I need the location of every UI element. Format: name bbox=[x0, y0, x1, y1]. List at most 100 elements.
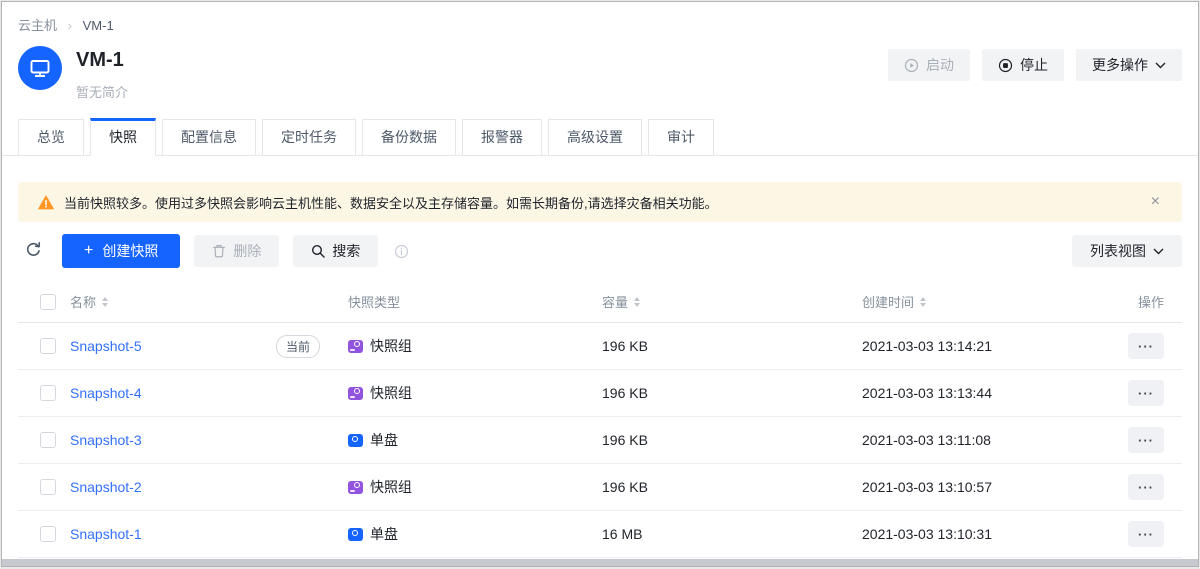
start-vm-label: 启动 bbox=[926, 55, 954, 75]
tab-scheduled-tasks[interactable]: 定时任务 bbox=[262, 119, 356, 156]
row-checkbox[interactable] bbox=[40, 432, 56, 448]
tab-advanced-settings[interactable]: 高级设置 bbox=[548, 119, 642, 156]
breadcrumb: 云主机 › VM-1 bbox=[2, 2, 1198, 34]
info-icon[interactable] bbox=[394, 244, 409, 259]
table-row: Snapshot-4 快照组 196 KB 2021-03-03 13:13:4… bbox=[18, 370, 1182, 417]
create-snapshot-button[interactable]: + 创建快照 bbox=[62, 234, 180, 268]
column-name[interactable]: 名称 bbox=[70, 292, 108, 311]
sort-icon[interactable] bbox=[102, 297, 108, 307]
column-actions: 操作 bbox=[1118, 292, 1182, 311]
snapshot-name-link[interactable]: Snapshot-2 bbox=[70, 479, 142, 495]
breadcrumb-root-link[interactable]: 云主机 bbox=[18, 18, 57, 33]
tab-configuration[interactable]: 配置信息 bbox=[162, 119, 256, 156]
row-checkbox[interactable] bbox=[40, 385, 56, 401]
plus-icon: + bbox=[84, 243, 93, 259]
snapshot-type-label: 单盘 bbox=[370, 524, 398, 544]
stop-vm-label: 停止 bbox=[1020, 55, 1048, 75]
stop-vm-button[interactable]: 停止 bbox=[982, 49, 1064, 81]
row-actions-button[interactable]: ··· bbox=[1128, 427, 1164, 453]
snapshot-toolbar: + 创建快照 删除 bbox=[18, 234, 1182, 268]
stop-circle-icon bbox=[998, 58, 1013, 73]
row-actions-button[interactable]: ··· bbox=[1128, 380, 1164, 406]
play-circle-icon bbox=[904, 58, 919, 73]
alert-close-button[interactable]: × bbox=[1145, 192, 1166, 212]
page-subtitle: 暂无简介 bbox=[76, 82, 128, 101]
capacity-value: 196 KB bbox=[602, 385, 862, 401]
chevron-down-icon bbox=[1153, 248, 1164, 255]
search-button[interactable]: 搜索 bbox=[293, 235, 378, 267]
warning-message: 当前快照较多。使用过多快照会影响云主机性能、数据安全以及主存储容量。如需长期备份… bbox=[64, 193, 1135, 212]
column-capacity[interactable]: 容量 bbox=[602, 292, 640, 311]
tab-bar: 总览 快照 配置信息 定时任务 备份数据 报警器 高级设置 审计 bbox=[2, 118, 1198, 156]
tab-overview[interactable]: 总览 bbox=[18, 119, 84, 156]
camera-group-icon bbox=[348, 481, 363, 494]
capacity-value: 196 KB bbox=[602, 338, 862, 354]
snapshot-type-label: 快照组 bbox=[370, 477, 412, 497]
view-mode-label: 列表视图 bbox=[1090, 241, 1146, 261]
sort-icon[interactable] bbox=[634, 297, 640, 307]
create-snapshot-label: 创建快照 bbox=[102, 241, 158, 261]
close-icon: × bbox=[1151, 193, 1160, 210]
snapshot-type-label: 快照组 bbox=[370, 336, 412, 356]
created-time-value: 2021-03-03 13:13:44 bbox=[862, 385, 1118, 401]
breadcrumb-current: VM-1 bbox=[83, 18, 114, 33]
camera-single-icon bbox=[348, 434, 363, 447]
table-row: Snapshot-5 当前 快照组 196 KB 2021-03-03 13:1… bbox=[18, 323, 1182, 370]
delete-snapshot-label: 删除 bbox=[233, 241, 261, 261]
row-checkbox[interactable] bbox=[40, 526, 56, 542]
table-row: Snapshot-1 单盘 16 MB 2021-03-03 13:10:31 … bbox=[18, 511, 1182, 558]
camera-group-icon bbox=[348, 387, 363, 400]
tab-alarms[interactable]: 报警器 bbox=[462, 119, 542, 156]
start-vm-button[interactable]: 启动 bbox=[888, 49, 970, 81]
snapshot-table: 名称 快照类型 容量 创建时间 操作 bbox=[18, 281, 1182, 558]
delete-snapshot-button[interactable]: 删除 bbox=[194, 235, 279, 267]
snapshot-name-link[interactable]: Snapshot-4 bbox=[70, 385, 142, 401]
vm-monitor-icon bbox=[18, 46, 62, 90]
row-checkbox[interactable] bbox=[40, 479, 56, 495]
created-time-value: 2021-03-03 13:10:57 bbox=[862, 479, 1118, 495]
capacity-value: 16 MB bbox=[602, 526, 862, 542]
snapshot-name-link[interactable]: Snapshot-3 bbox=[70, 432, 142, 448]
row-actions-button[interactable]: ··· bbox=[1128, 521, 1164, 547]
view-mode-dropdown[interactable]: 列表视图 bbox=[1072, 235, 1182, 267]
sort-icon[interactable] bbox=[920, 297, 926, 307]
camera-single-icon bbox=[348, 528, 363, 541]
tab-snapshots[interactable]: 快照 bbox=[90, 118, 156, 156]
trash-icon bbox=[212, 244, 226, 258]
page-header: VM-1 暂无简介 启动 bbox=[2, 34, 1198, 101]
table-header-row: 名称 快照类型 容量 创建时间 操作 bbox=[18, 281, 1182, 323]
current-badge: 当前 bbox=[276, 335, 320, 358]
snapshot-name-link[interactable]: Snapshot-5 bbox=[70, 338, 142, 354]
row-checkbox[interactable] bbox=[40, 338, 56, 354]
camera-group-icon bbox=[348, 340, 363, 353]
snapshot-warning-banner: 当前快照较多。使用过多快照会影响云主机性能、数据安全以及主存储容量。如需长期备份… bbox=[18, 182, 1182, 222]
horizontal-scrollbar[interactable] bbox=[2, 559, 1198, 566]
page-title: VM-1 bbox=[76, 46, 128, 72]
capacity-value: 196 KB bbox=[602, 432, 862, 448]
search-label: 搜索 bbox=[332, 241, 360, 261]
tab-backup-data[interactable]: 备份数据 bbox=[362, 119, 456, 156]
warning-triangle-icon bbox=[38, 195, 54, 210]
table-row: Snapshot-2 快照组 196 KB 2021-03-03 13:10:5… bbox=[18, 464, 1182, 511]
breadcrumb-separator-icon: › bbox=[68, 18, 72, 33]
more-actions-label: 更多操作 bbox=[1092, 55, 1148, 75]
search-icon bbox=[311, 244, 325, 258]
capacity-value: 196 KB bbox=[602, 479, 862, 495]
column-type: 快照类型 bbox=[348, 292, 602, 311]
refresh-icon bbox=[25, 241, 42, 261]
vm-detail-page: 云主机 › VM-1 VM-1 暂无简介 bbox=[1, 1, 1199, 567]
snapshot-type-label: 单盘 bbox=[370, 430, 398, 450]
row-actions-button[interactable]: ··· bbox=[1128, 333, 1164, 359]
snapshot-name-link[interactable]: Snapshot-1 bbox=[70, 526, 142, 542]
created-time-value: 2021-03-03 13:10:31 bbox=[862, 526, 1118, 542]
chevron-down-icon bbox=[1155, 62, 1166, 69]
row-actions-button[interactable]: ··· bbox=[1128, 474, 1164, 500]
created-time-value: 2021-03-03 13:11:08 bbox=[862, 432, 1118, 448]
column-created[interactable]: 创建时间 bbox=[862, 292, 926, 311]
tab-audit[interactable]: 审计 bbox=[648, 119, 714, 156]
table-row: Snapshot-3 单盘 196 KB 2021-03-03 13:11:08… bbox=[18, 417, 1182, 464]
refresh-button[interactable] bbox=[18, 235, 48, 267]
snapshot-type-label: 快照组 bbox=[370, 383, 412, 403]
more-actions-button[interactable]: 更多操作 bbox=[1076, 49, 1182, 81]
select-all-checkbox[interactable] bbox=[40, 294, 56, 310]
